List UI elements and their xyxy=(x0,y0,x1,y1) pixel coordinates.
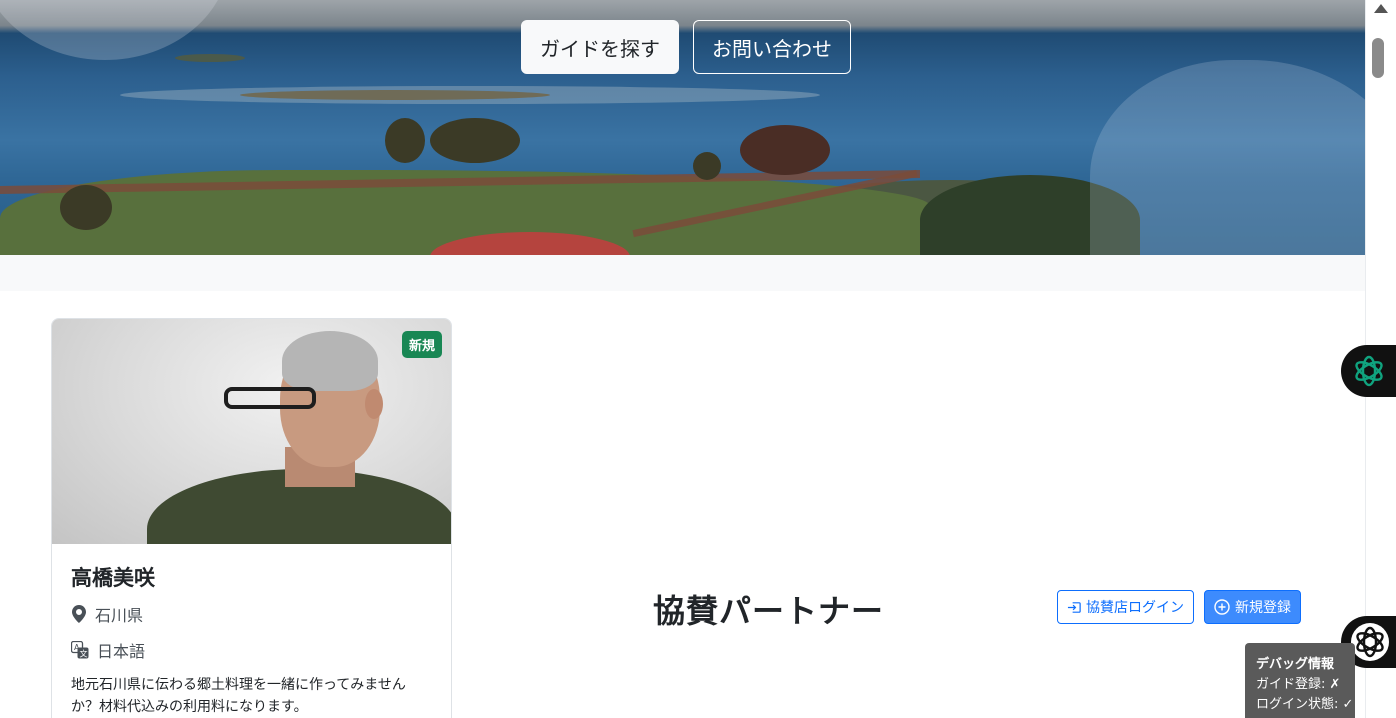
chat-widget-button[interactable] xyxy=(1341,345,1396,397)
hero-reef-sandbar xyxy=(240,90,550,100)
debug-title: デバッグ情報 xyxy=(1256,657,1335,672)
guide-language-row: A 文 日本語 xyxy=(71,638,432,662)
partner-register-label: 新規登録 xyxy=(1235,599,1291,615)
translate-icon: A 文 xyxy=(71,641,89,659)
guide-name: 高橋美咲 xyxy=(71,566,155,590)
scroll-thumb[interactable] xyxy=(1372,38,1384,78)
debug-guide-registered: ガイド登録: ✗ xyxy=(1256,677,1341,692)
hero-tree xyxy=(740,125,830,175)
find-guide-button[interactable]: ガイドを探す xyxy=(521,20,679,74)
hero-island xyxy=(175,54,245,62)
openai-icon xyxy=(1355,355,1383,387)
guide-photo-glasses xyxy=(224,387,316,409)
new-badge: 新規 xyxy=(401,331,442,358)
hero-actions: ガイドを探す お問い合わせ xyxy=(521,20,851,74)
guide-card-body: 高橋美咲 石川県 A 文 日本語 地元石川県に伝わる郷土料理を一緒に作ってみませ… xyxy=(52,544,451,718)
hero-tree xyxy=(693,152,721,180)
sign-in-icon xyxy=(1067,601,1081,613)
map-pin-icon xyxy=(72,605,86,623)
hero-cloud xyxy=(1090,60,1365,255)
ai-assistant-icon xyxy=(1351,623,1389,661)
hero-tree xyxy=(385,118,425,163)
guide-description: 地元石川県に伝わる郷土料理を一緒に作ってみませんか？材料代込みの利用料になります… xyxy=(71,677,406,715)
guide-location-row: 石川県 xyxy=(71,602,432,626)
hero-tree xyxy=(430,118,520,163)
hero-banner: ガイドを探す お問い合わせ xyxy=(0,0,1365,255)
guide-language: 日本語 xyxy=(97,642,146,661)
debug-panel: デバッグ情報 ガイド登録: ✗ ログイン状態: ✓ xyxy=(1245,643,1355,718)
guide-photo: 新規 xyxy=(52,319,451,544)
scroll-up-arrow-icon[interactable] xyxy=(1374,4,1388,13)
debug-login-state: ログイン状態: ✓ xyxy=(1256,697,1354,712)
guide-photo-hair xyxy=(282,331,378,391)
partner-login-button[interactable]: 協賛店ログイン xyxy=(1057,590,1194,624)
contact-button[interactable]: お問い合わせ xyxy=(693,20,851,74)
svg-text:文: 文 xyxy=(80,649,88,659)
guide-prefecture: 石川県 xyxy=(95,606,144,625)
partner-register-button[interactable]: 新規登録 xyxy=(1204,590,1301,624)
partners-title: 協賛パートナー xyxy=(653,592,885,630)
plus-circle-icon xyxy=(1214,599,1230,615)
guide-card[interactable]: 新規 高橋美咲 石川県 A 文 日本語 地元石川県に伝わる郷土料理を一緒に作って… xyxy=(51,318,452,718)
hero-cloud xyxy=(0,0,230,60)
guide-photo-ear xyxy=(365,389,383,419)
partner-login-label: 協賛店ログイン xyxy=(1086,599,1184,615)
hero-tree xyxy=(60,185,112,230)
section-divider xyxy=(0,255,1365,291)
